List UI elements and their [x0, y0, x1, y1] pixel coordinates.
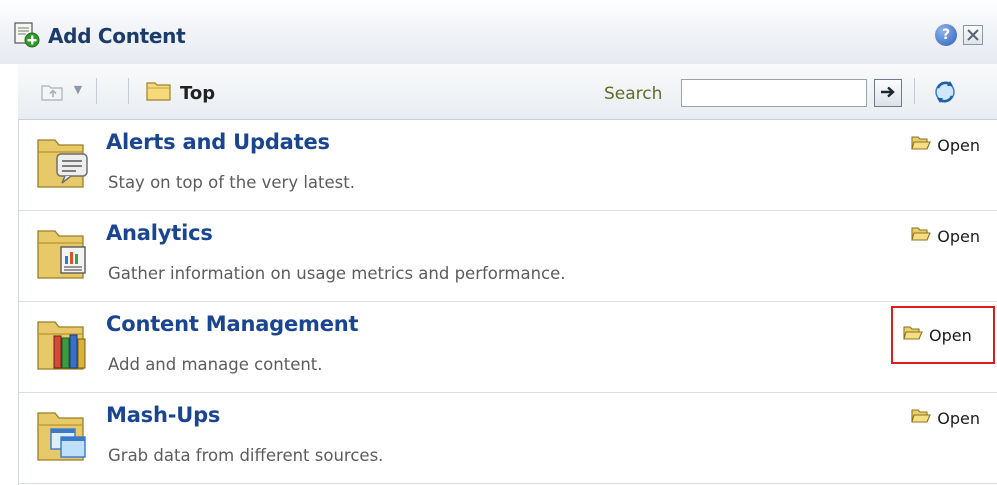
- folder-up-icon[interactable]: [40, 78, 66, 104]
- item-description: Add and manage content.: [108, 355, 323, 374]
- item-description: Gather information on usage metrics and …: [108, 264, 566, 283]
- breadcrumb[interactable]: Top: [146, 80, 215, 106]
- title-bar: Add Content ?: [0, 0, 997, 64]
- toolbar-divider: [96, 78, 97, 104]
- item-title-content-management[interactable]: Content Management: [106, 312, 359, 336]
- list-item: Alerts and Updates Stay on top of the ve…: [19, 120, 997, 211]
- search-label: Search: [604, 84, 663, 104]
- arrow-right-icon: [880, 84, 896, 103]
- open-button-mash-ups[interactable]: Open: [907, 405, 984, 431]
- open-folder-icon: [911, 408, 932, 428]
- open-folder-icon: [911, 135, 932, 155]
- item-title-analytics[interactable]: Analytics: [106, 221, 213, 245]
- item-description: Grab data from different sources.: [108, 446, 384, 465]
- breadcrumb-label: Top: [180, 82, 216, 104]
- analytics-folder-icon: [35, 223, 99, 283]
- chevron-down-icon[interactable]: ▼: [70, 82, 86, 98]
- open-button-analytics[interactable]: Open: [907, 223, 984, 249]
- toolbar-divider: [914, 78, 915, 104]
- dialog-title: Add Content: [48, 24, 186, 48]
- refresh-icon: [930, 81, 960, 111]
- add-content-dialog: Add Content ? ▼ Top Search Alerts and Up…: [0, 0, 997, 485]
- open-label: Open: [937, 408, 980, 428]
- folder-icon: [146, 80, 172, 106]
- title-actions: ?: [935, 24, 983, 46]
- help-icon[interactable]: ?: [935, 24, 957, 46]
- toolbar: ▼ Top Search: [18, 64, 997, 120]
- list-item: Mash-Ups Grab data from different source…: [19, 393, 997, 484]
- open-button-content-management[interactable]: Open: [891, 306, 995, 364]
- refresh-button[interactable]: [930, 77, 960, 107]
- search-go-button[interactable]: [874, 79, 902, 107]
- open-button-alerts-and-updates[interactable]: Open: [907, 132, 984, 158]
- open-folder-icon: [903, 325, 923, 345]
- list-item: Analytics Gather information on usage me…: [19, 211, 997, 302]
- list-item: Content Management Add and manage conten…: [19, 302, 997, 393]
- toolbar-divider: [128, 78, 129, 104]
- open-label: Open: [937, 226, 980, 246]
- open-label: Open: [929, 325, 972, 345]
- mashups-folder-icon: [35, 405, 99, 465]
- content-management-folder-icon: [35, 314, 99, 374]
- open-label: Open: [937, 135, 980, 155]
- search-input[interactable]: [681, 79, 867, 107]
- item-title-alerts-and-updates[interactable]: Alerts and Updates: [106, 130, 330, 154]
- add-content-icon: [12, 20, 40, 52]
- item-description: Stay on top of the very latest.: [108, 173, 355, 192]
- alerts-folder-icon: [35, 132, 99, 192]
- close-icon[interactable]: [963, 25, 983, 45]
- content-list: Alerts and Updates Stay on top of the ve…: [18, 120, 997, 485]
- open-folder-icon: [911, 226, 932, 246]
- title-group: Add Content: [12, 20, 186, 52]
- item-title-mash-ups[interactable]: Mash-Ups: [106, 403, 220, 427]
